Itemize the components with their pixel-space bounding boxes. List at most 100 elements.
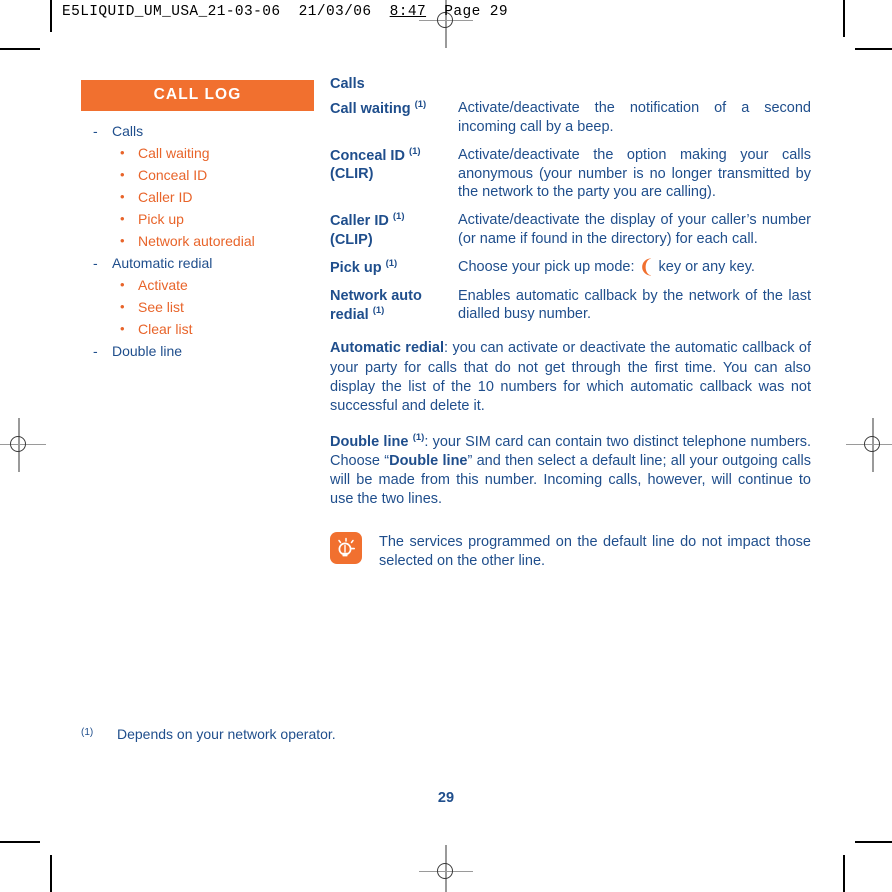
main-content: Calls Call waiting (1) Activate/deactiva… xyxy=(330,76,811,572)
paragraph-lead-term: Automatic redial xyxy=(330,340,444,357)
definition-row-pick-up: Pick up (1) Choose your pick up mode: ❨ … xyxy=(330,258,811,277)
sidebar-item-pick-up[interactable]: • Pick up xyxy=(81,211,314,227)
list-bullet-marker: • xyxy=(120,189,125,204)
crop-mark-top-left-vertical xyxy=(50,0,52,32)
footnote-marker: (1) xyxy=(372,305,385,317)
phone-call-key-icon: ❨ xyxy=(638,256,655,279)
definition-term-subline: (CLIP) xyxy=(330,231,373,248)
list-bullet-marker: • xyxy=(120,277,125,292)
page-number: 29 xyxy=(437,790,455,806)
registration-circle xyxy=(437,863,453,879)
running-header-filename: E5LIQUID_UM_USA_21-03-06 xyxy=(62,4,281,20)
definition-term: Network auto redial (1) xyxy=(330,287,458,325)
document-page: E5LIQUID_UM_USA_21-03-06 21/03/06 8:47 P… xyxy=(0,0,892,892)
sidebar-item-automatic-redial[interactable]: - Automatic redial xyxy=(81,255,314,271)
footnote-marker: (1) xyxy=(385,258,398,270)
sidebar-item-label: Call waiting xyxy=(138,145,210,161)
list-dash-marker: - xyxy=(93,255,98,271)
page-footnote: (1) Depends on your network operator. xyxy=(81,726,336,742)
sidebar-item-conceal-id[interactable]: • Conceal ID xyxy=(81,167,314,183)
definition-row-conceal-id: Conceal ID (1) (CLIR) Activate/deactivate… xyxy=(330,146,811,203)
footnote-marker: (1) xyxy=(414,99,427,110)
section-title: Calls xyxy=(330,76,365,92)
definition-term-text: Caller ID xyxy=(330,213,389,230)
crop-mark-bottom-right-horizontal xyxy=(855,841,892,843)
paragraph-lead-term: Double line xyxy=(330,433,409,450)
definition-description: Activate/deactivate the display of your … xyxy=(458,212,811,248)
sidebar: CALL LOG - Calls • Call waiting • Concea… xyxy=(81,80,314,365)
definition-term: Call waiting (1) xyxy=(330,99,458,137)
list-bullet-marker: • xyxy=(120,233,125,248)
running-header-time: 8:47 xyxy=(389,4,427,20)
crop-mark-top-right-vertical xyxy=(843,0,845,37)
footnote-marker: (1) xyxy=(412,431,425,443)
sidebar-item-double-line[interactable]: - Double line xyxy=(81,343,314,359)
sidebar-item-label: Calls xyxy=(112,123,144,139)
definition-row-caller-id: Caller ID (1) (CLIP) Activate/deactivate … xyxy=(330,211,811,249)
definition-description: Enables automatic callback by the networ… xyxy=(458,287,811,323)
sidebar-item-label: See list xyxy=(138,299,184,315)
registration-mark-right xyxy=(846,418,892,472)
sidebar-item-label: Automatic redial xyxy=(112,255,213,271)
pick-up-text-after: key or any key. xyxy=(658,259,755,276)
sidebar-item-network-autoredial[interactable]: • Network autoredial xyxy=(81,233,314,249)
pick-up-text-before: Choose your pick up mode: xyxy=(458,259,635,276)
definition-term-text: Conceal ID xyxy=(330,147,405,164)
definition-term-subline: redial xyxy=(330,306,369,323)
crop-mark-bottom-left-horizontal xyxy=(0,841,40,843)
list-bullet-marker: • xyxy=(120,321,125,336)
paragraph-inline-bold: Double line xyxy=(389,452,468,469)
sidebar-item-label: Conceal ID xyxy=(138,167,208,183)
sidebar-item-caller-id[interactable]: • Caller ID xyxy=(81,189,314,205)
footnote-marker: (1) xyxy=(392,211,405,223)
definition-term-text: Call waiting xyxy=(330,100,411,117)
lightbulb-tip-icon xyxy=(330,531,362,564)
registration-circle xyxy=(10,436,26,452)
list-dash-marker: - xyxy=(93,343,98,359)
definition-description: Activate/deactivate the option making yo… xyxy=(458,146,811,201)
definition-row-call-waiting: Call waiting (1) Activate/deactivate the… xyxy=(330,99,811,137)
footnote-marker: (1) xyxy=(81,727,94,738)
footnote-text: Depends on your network operator. xyxy=(117,726,336,742)
paragraph-double-line: Double line (1): your SIM card can conta… xyxy=(330,432,811,510)
sidebar-item-activate[interactable]: • Activate xyxy=(81,277,314,293)
crop-mark-top-left-horizontal xyxy=(0,48,40,50)
registration-mark-left xyxy=(0,418,46,472)
sidebar-item-calls[interactable]: - Calls xyxy=(81,123,314,139)
footnote-marker: (1) xyxy=(408,145,421,157)
definition-row-network-auto-redial: Network auto redial (1) Enables automatic… xyxy=(330,287,811,325)
definition-list: Call waiting (1) Activate/deactivate the… xyxy=(330,99,811,324)
definition-term-text: Pick up xyxy=(330,259,382,276)
sidebar-item-label: Network autoredial xyxy=(138,233,255,249)
sidebar-toc-list: - Calls • Call waiting • Conceal ID • Ca… xyxy=(81,123,314,359)
registration-mark-bottom-center xyxy=(419,845,473,892)
sidebar-item-see-list[interactable]: • See list xyxy=(81,299,314,315)
running-header: E5LIQUID_UM_USA_21-03-06 21/03/06 8:47 P… xyxy=(62,4,508,20)
list-bullet-marker: • xyxy=(120,167,125,182)
paragraph-automatic-redial: Automatic redial: you can activate or de… xyxy=(330,339,811,416)
running-header-page-label: Page 29 xyxy=(444,4,508,20)
sidebar-item-label: Clear list xyxy=(138,321,193,337)
list-bullet-marker: • xyxy=(120,145,125,160)
list-dash-marker: - xyxy=(93,123,98,139)
tip-note: The services programmed on the default l… xyxy=(330,531,811,572)
sidebar-item-label: Activate xyxy=(138,277,188,293)
definition-term-text: Network auto xyxy=(330,287,422,304)
definition-term-subline: (CLIR) xyxy=(330,166,374,183)
list-bullet-marker: • xyxy=(120,211,125,226)
crop-mark-top-right-horizontal xyxy=(855,48,892,50)
sidebar-item-label: Double line xyxy=(112,343,183,359)
tip-note-text: The services programmed on the default l… xyxy=(379,533,811,570)
definition-description: Choose your pick up mode: ❨ key or any k… xyxy=(458,258,811,277)
definition-term: Conceal ID (1) (CLIR) xyxy=(330,146,458,203)
sidebar-item-clear-list[interactable]: • Clear list xyxy=(81,321,314,337)
definition-term: Caller ID (1) (CLIP) xyxy=(330,211,458,249)
sidebar-item-label: Caller ID xyxy=(138,189,193,205)
crop-mark-bottom-left-vertical xyxy=(50,855,52,892)
definition-term: Pick up (1) xyxy=(330,258,458,277)
crop-mark-bottom-right-vertical xyxy=(843,855,845,892)
sidebar-item-call-waiting[interactable]: • Call waiting xyxy=(81,145,314,161)
running-header-date: 21/03/06 xyxy=(298,4,372,20)
sidebar-item-label: Pick up xyxy=(138,211,184,227)
list-bullet-marker: • xyxy=(120,299,125,314)
